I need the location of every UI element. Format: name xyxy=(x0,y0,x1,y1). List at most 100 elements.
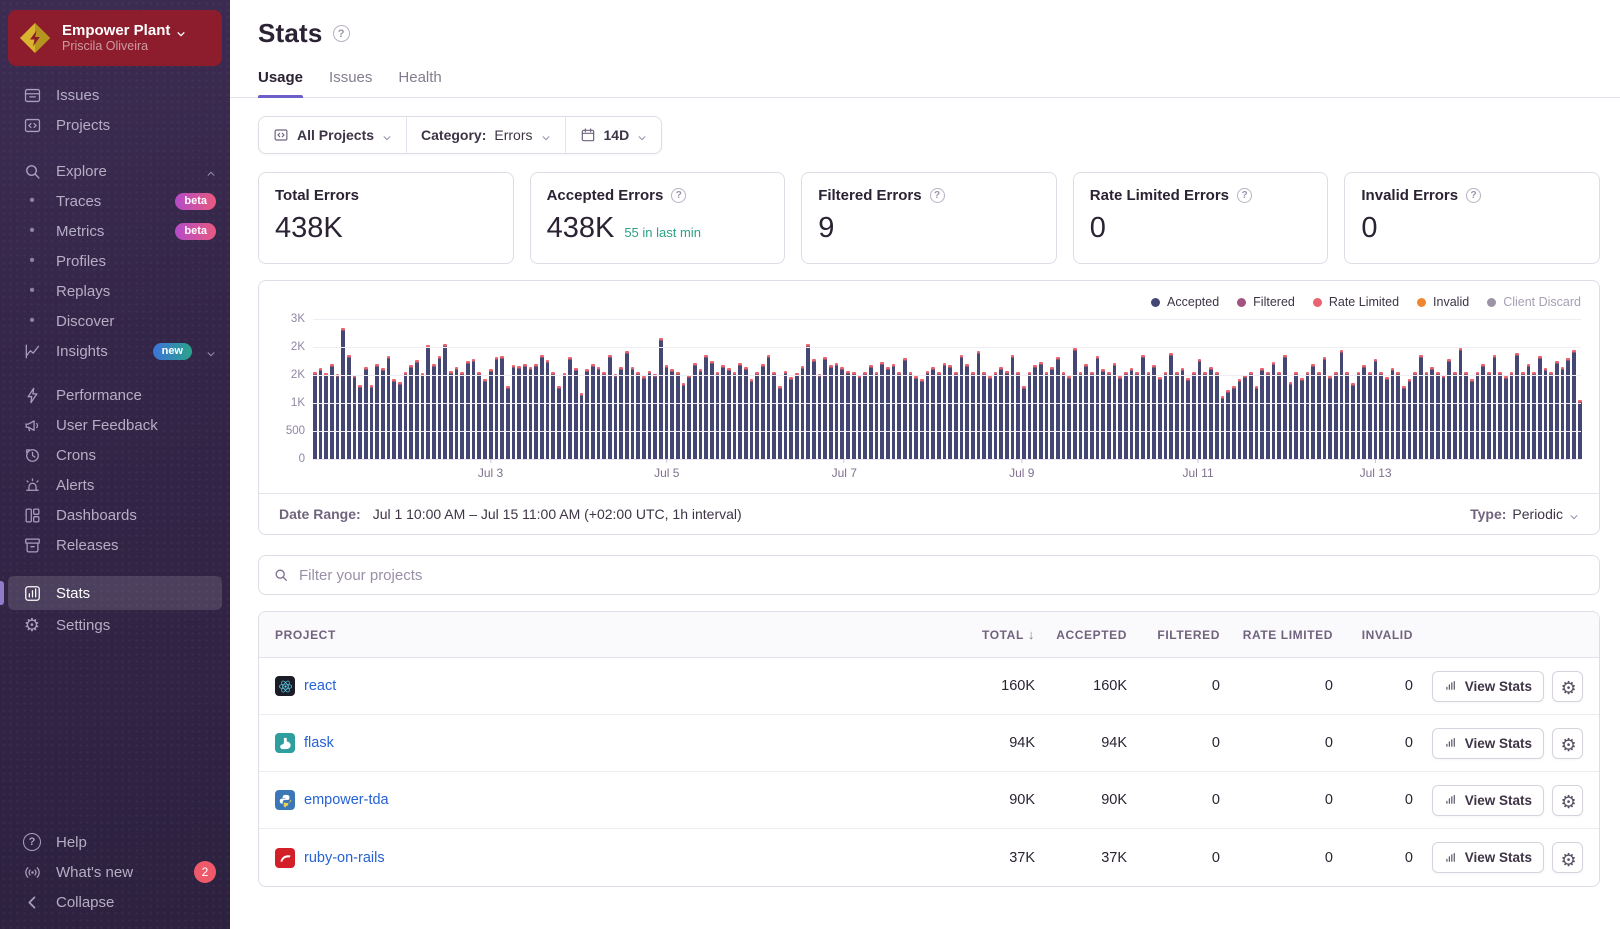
tab-usage[interactable]: Usage xyxy=(258,69,303,97)
col-filtered[interactable]: FILTERED xyxy=(1127,628,1220,642)
sidebar-item-releases[interactable]: Releases xyxy=(0,530,230,560)
sidebar-item-collapse[interactable]: Collapse xyxy=(0,887,230,917)
clock-icon xyxy=(22,445,42,465)
legend-item-filtered[interactable]: Filtered xyxy=(1237,295,1295,309)
sidebar-item-user-feedback[interactable]: User Feedback xyxy=(0,410,230,440)
bar xyxy=(1396,372,1400,459)
stat-card-label: Accepted Errors? xyxy=(547,187,769,204)
sidebar-item-stats[interactable]: Stats xyxy=(8,576,222,610)
col-total[interactable]: TOTAL↓ xyxy=(940,627,1035,642)
project-link[interactable]: ruby-on-rails xyxy=(304,850,385,866)
stat-card-value-row: 438K55 in last min xyxy=(547,212,769,245)
sidebar-item-traces[interactable]: •Tracesbeta xyxy=(0,186,230,216)
table-row: flask94K94K000View Stats⚙ xyxy=(259,715,1599,772)
tab-health[interactable]: Health xyxy=(398,69,441,97)
bar xyxy=(1527,364,1531,459)
sidebar-item-projects[interactable]: Projects xyxy=(0,110,230,140)
org-switcher[interactable]: Empower Plant Priscila Oliveira xyxy=(8,10,222,66)
bar xyxy=(421,373,425,459)
view-stats-button[interactable]: View Stats xyxy=(1432,785,1544,816)
project-link[interactable]: empower-tda xyxy=(304,792,389,808)
bar xyxy=(483,379,487,459)
table-row: react160K160K000View Stats⚙ xyxy=(259,658,1599,715)
bullet-icon: • xyxy=(22,221,42,241)
sidebar-item-label: Insights xyxy=(56,343,139,360)
help-icon[interactable]: ? xyxy=(930,188,945,203)
tick-mark xyxy=(666,459,667,463)
sidebar-item-performance[interactable]: Performance xyxy=(0,380,230,410)
bar xyxy=(1425,372,1429,459)
table-row: empower-tda90K90K000View Stats⚙ xyxy=(259,772,1599,829)
sidebar-item-metrics[interactable]: •Metricsbeta xyxy=(0,216,230,246)
chevron-down-icon xyxy=(541,130,551,140)
page-help-icon[interactable]: ? xyxy=(333,25,350,42)
view-stats-button[interactable]: View Stats xyxy=(1432,671,1544,702)
sidebar-item-crons[interactable]: Crons xyxy=(0,440,230,470)
bar xyxy=(1368,372,1372,459)
bar xyxy=(1408,379,1412,459)
project-settings-button[interactable]: ⚙ xyxy=(1552,671,1583,702)
bar xyxy=(892,364,896,459)
tick-mark xyxy=(490,459,491,463)
sidebar-item-replays[interactable]: •Replays xyxy=(0,276,230,306)
sidebar-item-dashboards[interactable]: Dashboards xyxy=(0,500,230,530)
bar xyxy=(767,355,771,459)
sidebar-item-settings[interactable]: ⚙Settings xyxy=(0,610,230,640)
bar xyxy=(699,369,703,459)
bullet-icon: • xyxy=(22,251,42,271)
bar xyxy=(1107,372,1111,459)
legend-item-rate-limited[interactable]: Rate Limited xyxy=(1313,295,1399,309)
legend-item-client-discard[interactable]: Client Discard xyxy=(1487,295,1581,309)
stat-card-total-errors: Total Errors438K xyxy=(258,172,514,264)
category-filter-dropdown[interactable]: Category: Errors xyxy=(406,117,564,153)
bar xyxy=(977,351,981,459)
legend-item-invalid[interactable]: Invalid xyxy=(1417,295,1469,309)
project-settings-button[interactable]: ⚙ xyxy=(1552,842,1583,873)
project-filter-dropdown[interactable]: All Projects xyxy=(259,117,406,153)
project-settings-button[interactable]: ⚙ xyxy=(1552,785,1583,816)
sidebar-item-profiles[interactable]: •Profiles xyxy=(0,246,230,276)
sidebar-item-insights[interactable]: Insightsnew xyxy=(0,336,230,366)
col-accepted[interactable]: ACCEPTED xyxy=(1035,628,1127,642)
bar xyxy=(875,372,879,459)
bar xyxy=(948,365,952,459)
sidebar-item-discover[interactable]: •Discover xyxy=(0,306,230,336)
stat-card-value: 0 xyxy=(1361,212,1377,245)
bar xyxy=(1510,372,1514,459)
cell-accepted: 160K xyxy=(1035,678,1127,694)
sidebar-item-help[interactable]: ?Help xyxy=(0,827,230,857)
help-icon[interactable]: ? xyxy=(1237,188,1252,203)
legend-item-accepted[interactable]: Accepted xyxy=(1151,295,1219,309)
search-input[interactable] xyxy=(299,567,1585,584)
bar xyxy=(636,372,640,459)
sidebar-item-explore[interactable]: Explore xyxy=(0,156,230,186)
sidebar-item-issues[interactable]: Issues xyxy=(0,80,230,110)
col-invalid[interactable]: INVALID xyxy=(1333,628,1413,642)
bar xyxy=(631,367,635,459)
help-icon[interactable]: ? xyxy=(1466,188,1481,203)
bar xyxy=(693,363,697,459)
date-range-dropdown[interactable]: 14D xyxy=(565,117,662,153)
bar xyxy=(784,371,788,459)
col-rate-limited[interactable]: RATE LIMITED xyxy=(1220,628,1333,642)
sidebar-item-label: Help xyxy=(56,834,216,851)
y-axis-label: 500 xyxy=(286,425,305,437)
project-settings-button[interactable]: ⚙ xyxy=(1552,728,1583,759)
view-stats-button[interactable]: View Stats xyxy=(1432,728,1544,759)
view-stats-button[interactable]: View Stats xyxy=(1432,842,1544,873)
cell-accepted: 90K xyxy=(1035,792,1127,808)
search-icon xyxy=(273,567,289,583)
beta-badge: beta xyxy=(175,193,216,210)
chart-type-dropdown[interactable]: Type: Periodic xyxy=(1470,506,1579,522)
bar xyxy=(1521,372,1525,459)
project-link[interactable]: react xyxy=(304,678,336,694)
tab-issues[interactable]: Issues xyxy=(329,69,372,97)
stat-card-value: 438K xyxy=(275,212,343,245)
project-link[interactable]: flask xyxy=(304,735,334,751)
chart-plot xyxy=(313,319,1581,459)
sidebar-item-alerts[interactable]: Alerts xyxy=(0,470,230,500)
help-icon[interactable]: ? xyxy=(671,188,686,203)
cell-rate_limited: 0 xyxy=(1220,850,1333,866)
sidebar-item-whats-new[interactable]: What's new2 xyxy=(0,857,230,887)
bar xyxy=(1357,372,1361,459)
